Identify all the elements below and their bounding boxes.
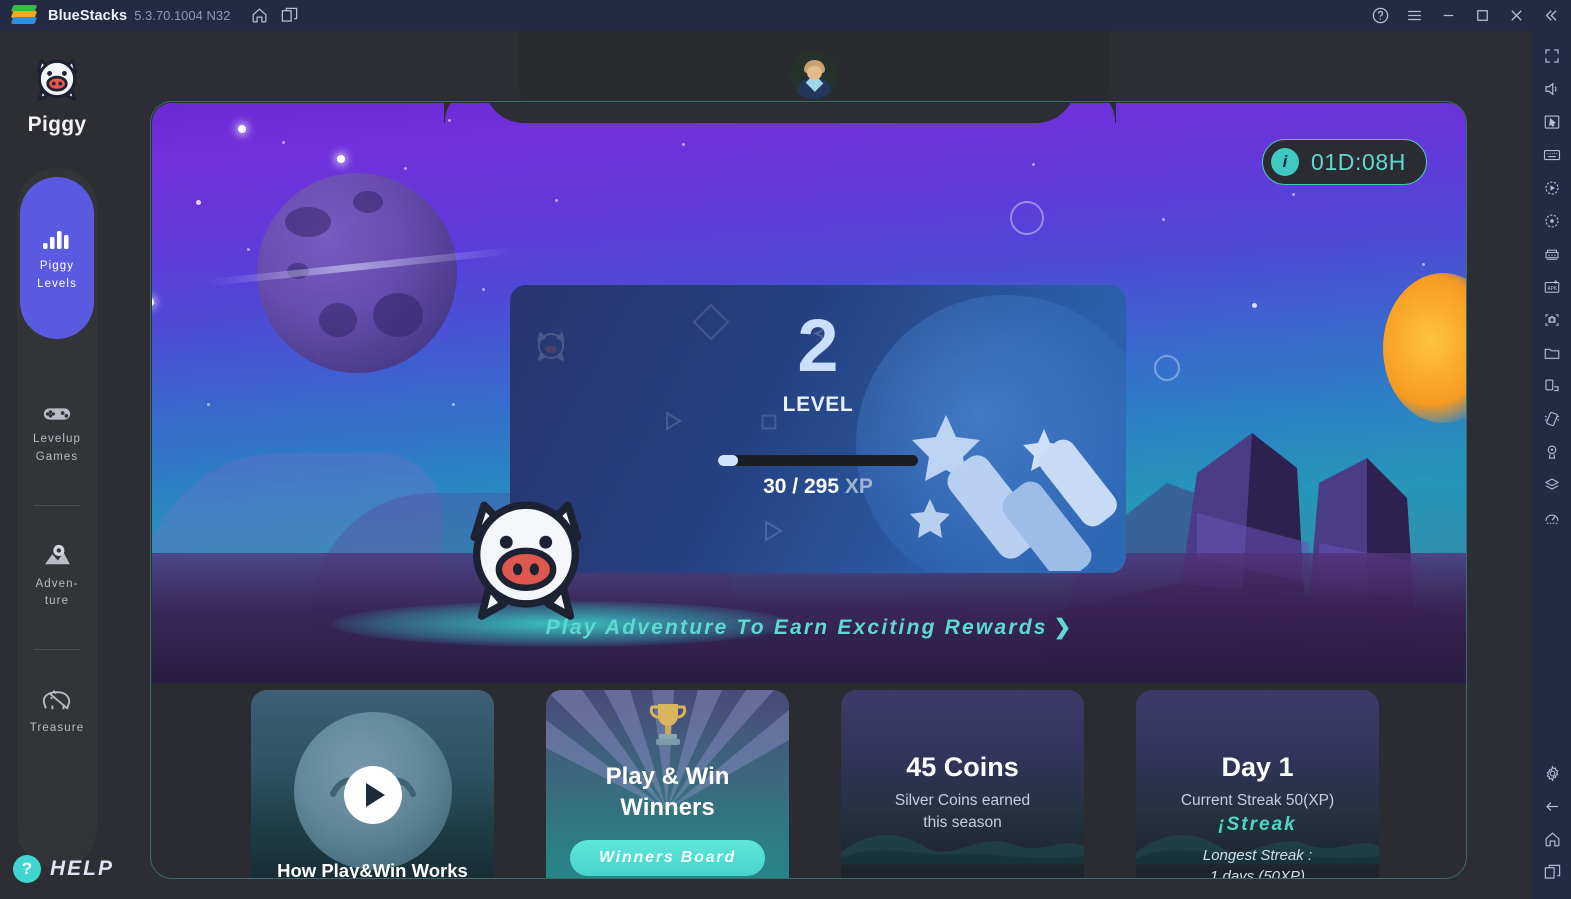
screenshot-icon[interactable] <box>1535 303 1569 336</box>
cursor-icon[interactable] <box>1535 105 1569 138</box>
close-icon[interactable] <box>1499 0 1533 31</box>
nav-divider <box>34 504 80 506</box>
keyboard-icon[interactable] <box>1535 138 1569 171</box>
multi-instance-manager-icon[interactable] <box>1535 237 1569 270</box>
cards-row: How Play&Win Works Play & Win Winners Wi… <box>251 690 1401 879</box>
xp-progress-fill <box>718 455 738 466</box>
minimize-icon[interactable] <box>1431 0 1465 31</box>
piggy-logo-icon <box>36 58 78 101</box>
info-icon: i <box>1271 148 1300 176</box>
app-version: 5.3.70.1004 N32 <box>134 8 231 23</box>
collapse-icon[interactable] <box>1533 0 1567 31</box>
content-panel: 2 LEVEL 30 / 295 XP Play Adventure To Ea… <box>150 101 1467 879</box>
titlebar: BlueStacks 5.3.70.1004 N32 <box>0 0 1571 31</box>
brand: Piggy <box>0 31 114 137</box>
nav-divider <box>34 649 80 651</box>
fullscreen-icon[interactable] <box>1535 39 1569 72</box>
multi-instance-icon[interactable] <box>274 0 304 31</box>
location-icon[interactable] <box>1535 435 1569 468</box>
card-how-play-win-works[interactable]: How Play&Win Works <box>251 690 494 879</box>
menu-icon[interactable] <box>1397 0 1431 31</box>
layers-icon[interactable] <box>1535 468 1569 501</box>
install-apk-icon[interactable]: APK <box>1535 270 1569 303</box>
performance-icon[interactable] <box>1535 501 1569 534</box>
brand-name: Piggy <box>27 113 87 136</box>
scene-background: 2 LEVEL 30 / 295 XP Play Adventure To Ea… <box>152 103 1466 683</box>
trophy-icon <box>649 704 686 745</box>
level-card: 2 LEVEL 30 / 295 XP <box>510 285 1126 573</box>
season-timer[interactable]: i 01D:08H <box>1262 139 1427 185</box>
home-icon[interactable] <box>1535 823 1569 856</box>
app-title: BlueStacks <box>48 7 128 24</box>
media-folder-icon[interactable] <box>1535 336 1569 369</box>
home-icon[interactable] <box>244 0 274 31</box>
shake-icon[interactable] <box>1535 402 1569 435</box>
card-title: 45 Coins <box>906 752 1019 782</box>
sidebar-item-label: Adven-ture <box>35 577 79 608</box>
card-subtitle: Current Streak 50(XP) <box>1180 792 1335 809</box>
avatar[interactable] <box>790 51 838 99</box>
right-toolbar: APK <box>1533 31 1571 899</box>
help-label: HELP <box>50 857 115 880</box>
sidebar-nav: Piggy Levels Levelup Games Adven- ture T… <box>17 168 97 868</box>
card-play-win-winners[interactable]: Play & Win Winners Winners Board <box>546 690 789 878</box>
play-button-icon[interactable] <box>343 766 402 824</box>
xp-progress-bar <box>718 455 918 466</box>
ring-outline <box>1010 201 1044 235</box>
sidebar-item-label: Levelup Games <box>33 433 81 463</box>
settings-icon[interactable] <box>1535 757 1569 790</box>
streak-label: ¡Streak <box>1218 814 1297 835</box>
volume-icon[interactable] <box>1535 72 1569 105</box>
triangle-decoration <box>765 520 783 542</box>
sidebar-item-adventure[interactable]: Adven-ture <box>20 526 94 626</box>
stars-decoration <box>910 415 1117 571</box>
winners-board-button[interactable]: Winners Board <box>570 840 765 876</box>
adventure-cta[interactable]: Play Adventure To Earn Exciting Rewards ❯ <box>152 615 1466 640</box>
gamepad-icon <box>42 393 72 423</box>
sidebar-item-label: Treasure <box>29 722 85 735</box>
level-number: 2 <box>797 304 839 387</box>
maximize-icon[interactable] <box>1465 0 1499 31</box>
recents-icon[interactable] <box>1535 856 1569 889</box>
macro-icon[interactable] <box>1535 171 1569 204</box>
card-subtitle: Silver Coins earned this season <box>894 792 1031 832</box>
bluestacks-logo-icon <box>10 4 38 27</box>
help-icon[interactable] <box>1363 0 1397 31</box>
record-icon[interactable] <box>1535 204 1569 237</box>
piggy-bank-icon <box>41 682 73 712</box>
piggy-character <box>470 501 582 620</box>
question-mark-icon: ? <box>13 855 41 883</box>
sidebar-item-treasure[interactable]: Treasure <box>20 670 94 752</box>
game-stage: 2 LEVEL 30 / 295 XP Play Adventure To Ea… <box>114 31 1533 899</box>
card-silver-coins[interactable]: 45 Coins Silver Coins earned this season <box>841 690 1084 878</box>
svg-text:APK: APK <box>1548 286 1558 292</box>
timer-value: 01D:08H <box>1311 148 1406 175</box>
sidebar-item-levelup-games[interactable]: Levelup Games <box>20 381 94 481</box>
card-title: Day 1 <box>1221 752 1294 782</box>
sidebar-item-piggy-levels[interactable]: Piggy Levels <box>20 177 94 339</box>
bar-chart-icon <box>42 220 72 250</box>
card-daily-streak[interactable]: Day 1 Current Streak 50(XP) ¡Streak Long… <box>1136 690 1379 879</box>
back-icon[interactable] <box>1535 790 1569 823</box>
card-caption: How Play&Win Works <box>277 860 468 879</box>
game-sidebar: Piggy Piggy Levels Levelup Games Adven- … <box>0 31 114 899</box>
rotate-icon[interactable] <box>1535 369 1569 402</box>
card-title: Play & Win Winners <box>605 763 730 821</box>
sidebar-item-label: Piggy Levels <box>37 260 77 290</box>
scene-notch <box>444 103 1116 123</box>
help-button[interactable]: ? HELP <box>13 855 114 883</box>
longest-streak: Longest Streak :1 days (50XP) <box>1202 846 1313 879</box>
map-pin-icon <box>42 538 72 568</box>
